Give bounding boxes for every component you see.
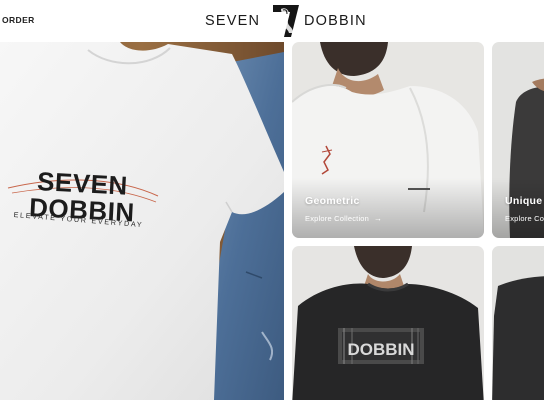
- shirt-print: SEVEN DOBBIN ELEVATE YOUR EVERYDAY: [0, 42, 284, 400]
- horse-seven-icon: [273, 5, 299, 37]
- dobbin-tshirt-photo: DOBBIN: [292, 246, 484, 400]
- logo-word-left: SEVEN: [205, 13, 261, 29]
- collection-card-partial[interactable]: [492, 246, 544, 400]
- card-overlay: [292, 178, 484, 238]
- site-header: ORDER SEVEN DOBBIN: [0, 0, 544, 42]
- explore-collection-link[interactable]: Explore Collection →: [305, 214, 382, 223]
- collection-card-geometric[interactable]: Geometric Explore Collection →: [292, 42, 484, 238]
- hero-image: SEVEN DOBBIN ELEVATE YOUR EVERYDAY: [0, 42, 284, 400]
- brand-logo[interactable]: SEVEN DOBBIN: [203, 3, 375, 39]
- collection-card-unique[interactable]: Unique Explore Co: [492, 42, 544, 238]
- arrow-right-icon: →: [374, 214, 383, 223]
- order-link[interactable]: ORDER: [2, 15, 35, 25]
- partial-tshirt-photo: [492, 246, 544, 400]
- collection-title: Unique: [505, 195, 543, 207]
- dobbin-print-text: DOBBIN: [347, 340, 414, 359]
- logo-word-right: DOBBIN: [304, 13, 367, 29]
- collection-card-dobbin[interactable]: DOBBIN: [292, 246, 484, 400]
- card-overlay: [492, 178, 544, 238]
- collection-title: Geometric: [305, 195, 360, 207]
- explore-collection-label: Explore Collection: [305, 214, 370, 223]
- explore-collection-link[interactable]: Explore Co: [505, 214, 544, 223]
